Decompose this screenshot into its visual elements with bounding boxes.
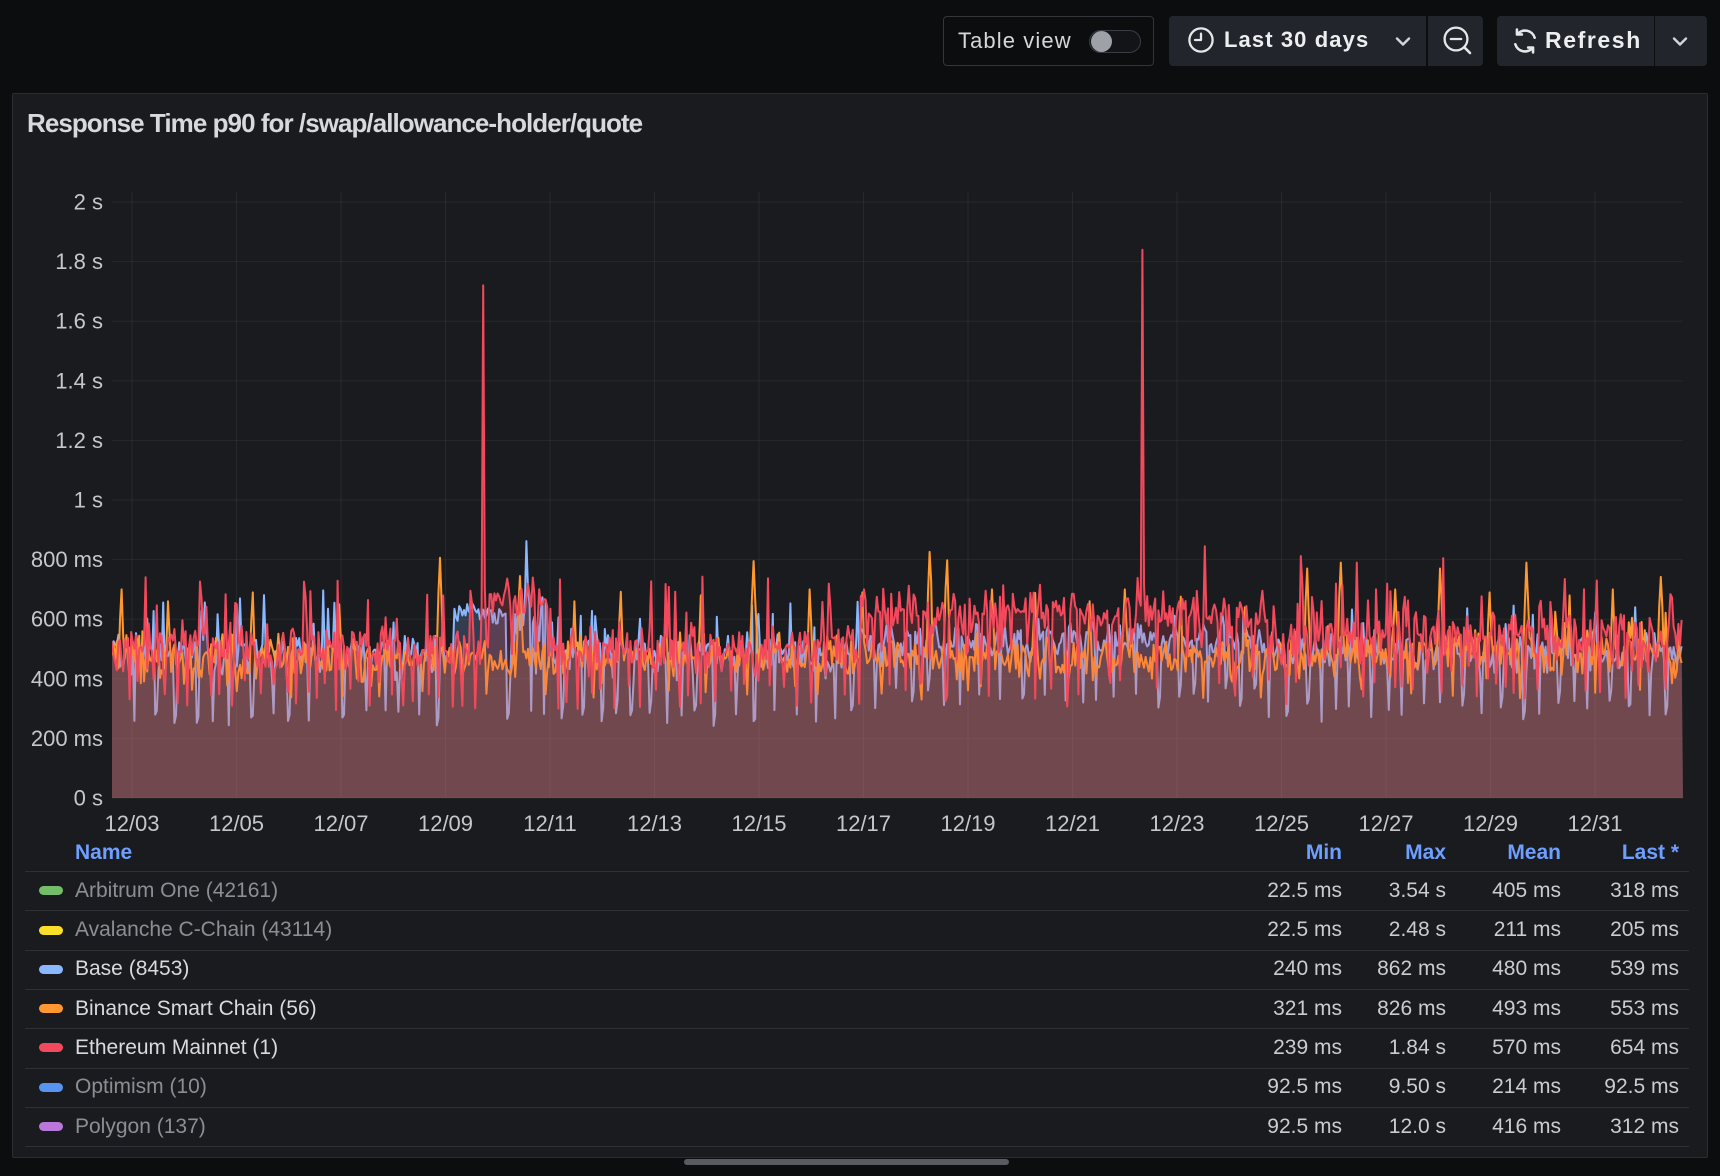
- svg-text:400 ms: 400 ms: [31, 666, 103, 691]
- svg-text:200 ms: 200 ms: [31, 726, 103, 751]
- svg-text:12/25: 12/25: [1254, 811, 1309, 836]
- svg-text:1.2 s: 1.2 s: [55, 428, 103, 453]
- svg-text:800 ms: 800 ms: [31, 547, 103, 572]
- svg-text:1.4 s: 1.4 s: [55, 368, 103, 393]
- svg-text:12/19: 12/19: [940, 811, 995, 836]
- svg-text:1 s: 1 s: [74, 488, 103, 513]
- svg-text:12/11: 12/11: [523, 811, 576, 836]
- svg-text:12/07: 12/07: [313, 811, 368, 836]
- svg-text:12/05: 12/05: [209, 811, 264, 836]
- svg-text:12/29: 12/29: [1463, 811, 1518, 836]
- svg-text:12/15: 12/15: [731, 811, 786, 836]
- svg-text:2 s: 2 s: [74, 190, 103, 215]
- svg-text:1.6 s: 1.6 s: [55, 309, 103, 334]
- svg-text:12/13: 12/13: [627, 811, 682, 836]
- svg-text:600 ms: 600 ms: [31, 607, 103, 632]
- svg-text:12/17: 12/17: [836, 811, 891, 836]
- svg-text:12/09: 12/09: [418, 811, 473, 836]
- svg-text:12/31: 12/31: [1567, 811, 1622, 836]
- svg-text:12/23: 12/23: [1149, 811, 1204, 836]
- svg-text:12/27: 12/27: [1358, 811, 1413, 836]
- svg-text:0 s: 0 s: [74, 786, 103, 811]
- svg-text:12/03: 12/03: [104, 811, 159, 836]
- svg-text:1.8 s: 1.8 s: [55, 249, 103, 274]
- svg-text:12/21: 12/21: [1045, 811, 1100, 836]
